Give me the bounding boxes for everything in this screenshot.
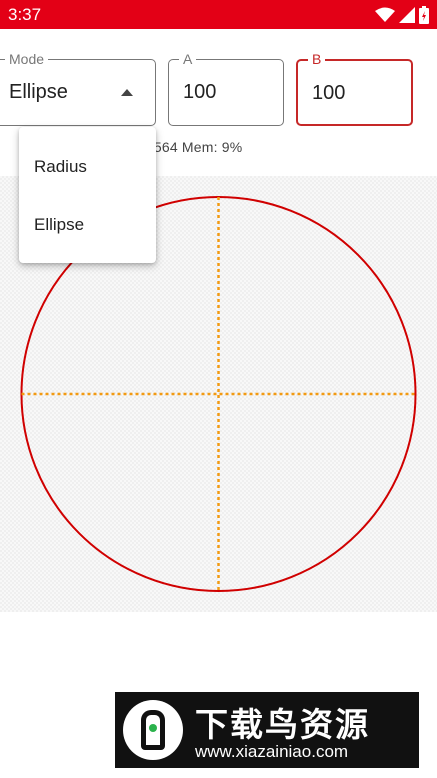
status-bar: 3:37 xyxy=(0,0,437,29)
dropdown-arrow-icon[interactable] xyxy=(121,89,133,96)
battery-icon xyxy=(419,6,429,24)
mode-select[interactable]: Mode Ellipse xyxy=(0,51,156,126)
watermark: 下载鸟资源 www.xiazainiao.com xyxy=(115,692,419,768)
b-label: B xyxy=(308,51,326,67)
menu-item-ellipse[interactable]: Ellipse xyxy=(34,215,84,235)
wifi-icon xyxy=(375,7,395,22)
status-icons xyxy=(375,6,429,24)
signal-icon xyxy=(399,7,415,23)
a-label: A xyxy=(179,51,197,67)
menu-item-radius[interactable]: Radius xyxy=(34,157,87,177)
b-input[interactable]: B 100 xyxy=(296,51,413,126)
watermark-logo-icon xyxy=(123,700,183,760)
status-time: 3:37 xyxy=(8,5,42,24)
mode-label: Mode xyxy=(5,51,49,67)
watermark-url: www.xiazainiao.com xyxy=(195,742,349,761)
a-value[interactable]: 100 xyxy=(183,81,216,104)
watermark-title: 下载鸟资源 xyxy=(195,705,370,744)
b-value[interactable]: 100 xyxy=(312,82,345,105)
a-input[interactable]: A 100 xyxy=(168,51,284,126)
mode-value: Ellipse xyxy=(9,81,68,103)
mode-dropdown-menu: Radius Ellipse xyxy=(19,127,156,263)
